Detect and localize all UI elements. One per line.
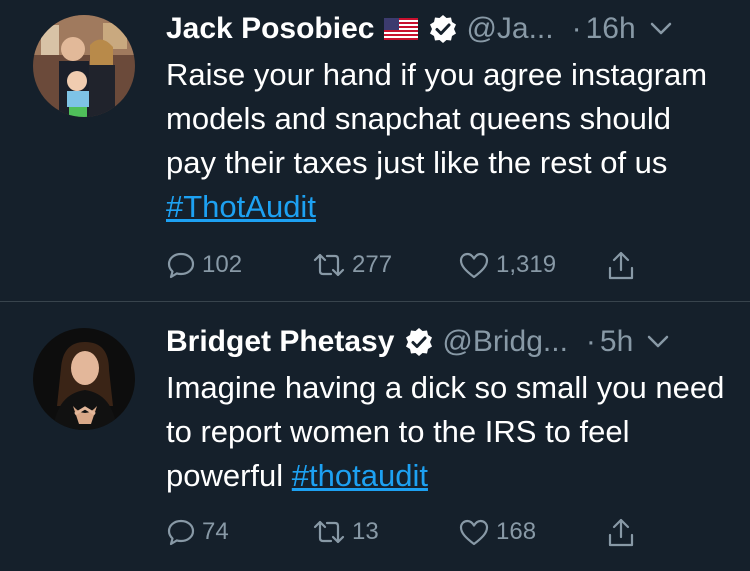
like-count: 168 — [496, 518, 537, 545]
timestamp[interactable]: 5h — [600, 325, 633, 359]
tweet-text: Imagine having a dick so small you need … — [166, 366, 726, 498]
reply-count: 74 — [202, 518, 229, 545]
verified-badge-icon — [428, 14, 458, 44]
tweet-actions: 102 277 1,319 — [166, 250, 686, 282]
tweet-2[interactable]: Bridget Phetasy @Bridg... · 5h Imagine h… — [0, 302, 750, 571]
us-flag-icon — [384, 18, 419, 40]
tweet-body-text: Imagine having a dick so small you need … — [166, 370, 725, 493]
share-button[interactable] — [606, 517, 636, 549]
heart-icon — [459, 519, 489, 546]
display-name[interactable]: Jack Posobiec — [166, 12, 374, 46]
tweet-1[interactable]: Jack Posobiec @Ja... · 16h Raise your ha… — [0, 0, 750, 302]
tweet-body-text: Raise your hand if you agree instagram m… — [166, 57, 708, 180]
retweet-count: 13 — [352, 518, 379, 545]
reply-icon — [167, 519, 195, 546]
timestamp[interactable]: 16h — [586, 12, 636, 46]
tweet-text: Raise your hand if you agree instagram m… — [166, 53, 726, 229]
chevron-down-icon[interactable] — [650, 22, 672, 36]
share-button[interactable] — [606, 250, 636, 282]
retweet-count: 277 — [352, 251, 393, 278]
heart-icon — [459, 252, 489, 279]
verified-badge-icon — [404, 327, 434, 357]
retweet-icon — [313, 253, 345, 277]
separator-dot: · — [585, 325, 596, 358]
share-icon — [608, 251, 634, 280]
tweet-actions: 74 13 168 — [166, 517, 686, 549]
reply-button[interactable]: 74 — [166, 517, 229, 547]
reply-count: 102 — [202, 251, 243, 278]
like-count: 1,319 — [496, 251, 557, 278]
share-icon — [608, 518, 634, 547]
reply-icon — [167, 252, 195, 279]
display-name[interactable]: Bridget Phetasy — [166, 325, 394, 359]
tweet-header: Bridget Phetasy @Bridg... · 5h — [166, 322, 730, 362]
retweet-icon — [313, 520, 345, 544]
hashtag-link[interactable]: #ThotAudit — [166, 189, 316, 224]
separator-dot: · — [571, 12, 582, 45]
reply-button[interactable]: 102 — [166, 250, 242, 280]
user-handle[interactable]: @Bridg... — [442, 325, 568, 359]
avatar[interactable] — [33, 15, 135, 117]
retweet-button[interactable]: 13 — [312, 517, 379, 547]
tweet-header: Jack Posobiec @Ja... · 16h — [166, 9, 730, 49]
like-button[interactable]: 168 — [458, 517, 536, 547]
hashtag-link[interactable]: #thotaudit — [292, 458, 428, 493]
user-handle[interactable]: @Ja... — [466, 12, 553, 46]
like-button[interactable]: 1,319 — [458, 250, 556, 280]
avatar[interactable] — [33, 328, 135, 430]
retweet-button[interactable]: 277 — [312, 250, 392, 280]
chevron-down-icon[interactable] — [647, 335, 669, 349]
